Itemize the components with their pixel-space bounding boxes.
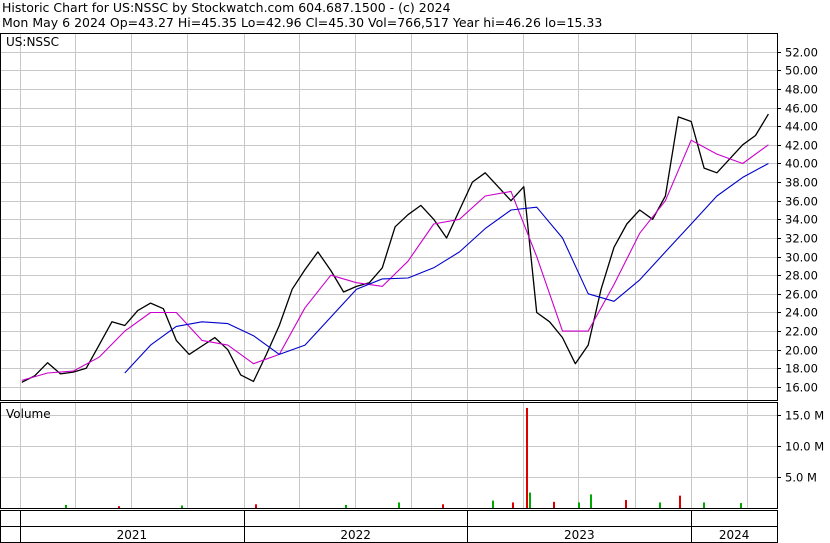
volume-bar (659, 502, 661, 508)
price-tick-label: 52.00 (785, 46, 818, 60)
series-line-ma_long (124, 163, 769, 374)
year-label: 2021 (117, 528, 148, 542)
volume-bar (679, 495, 681, 508)
price-tick-label: 36.00 (785, 195, 818, 209)
year-label: 2024 (719, 528, 750, 542)
price-tick-label: 40.00 (785, 157, 818, 171)
price-tick-label: 32.00 (785, 232, 818, 246)
price-tick-label: 42.00 (785, 139, 818, 153)
price-tick-label: 16.00 (785, 381, 818, 395)
price-tick-label: 30.00 (785, 251, 818, 265)
price-y-ticks: 52.00 50.00 48.00 46.00 44.00 42.00 40.00 38.00… (777, 46, 818, 395)
volume-bar (703, 502, 705, 508)
volume-gridlines (1, 415, 777, 478)
volume-panel-frame (0, 402, 778, 509)
price-panel-frame (0, 33, 778, 401)
price-tick-label: 46.00 (785, 102, 818, 116)
volume-y-ticks: 15.0 M 10.0 M 5.0 M (777, 409, 824, 485)
price-tick-label: 44.00 (785, 120, 818, 134)
price-tick-label: 26.00 (785, 288, 818, 302)
volume-bar (512, 502, 514, 508)
price-tick-label: 38.00 (785, 176, 818, 190)
volume-bar (118, 506, 120, 508)
price-series (21, 113, 769, 383)
volume-bar (740, 503, 742, 508)
volume-tick-label: 10.0 M (785, 440, 824, 454)
stock-chart: 52.00 50.00 48.00 46.00 44.00 42.00 40.00 38.00… (0, 33, 824, 543)
price-tick-label: 18.00 (785, 362, 818, 376)
year-label: 2022 (340, 528, 371, 542)
price-tick-label: 20.00 (785, 344, 818, 358)
volume-bar (65, 504, 67, 508)
volume-bar (578, 502, 580, 508)
volume-bar (492, 500, 494, 508)
price-tick-label: 48.00 (785, 83, 818, 97)
series-line-price (21, 113, 769, 383)
volume-tick-label: 15.0 M (785, 409, 824, 423)
volume-bar (590, 494, 592, 508)
volume-bar (181, 505, 183, 508)
price-tick-label: 22.00 (785, 325, 818, 339)
volume-chart-title: Volume (6, 407, 51, 421)
price-tick-label: 24.00 (785, 306, 818, 320)
volume-bar (529, 492, 531, 508)
volume-bar (442, 504, 444, 508)
year-label: 2023 (564, 528, 595, 542)
volume-bars (65, 407, 742, 508)
volume-bar (255, 504, 257, 508)
price-tick-label: 34.00 (785, 213, 818, 227)
volume-tick-label: 5.0 M (785, 471, 817, 485)
price-tick-label: 50.00 (785, 64, 818, 78)
series-line-ma_short (21, 139, 769, 381)
volume-bar (625, 499, 627, 508)
price-gridlines (1, 34, 777, 508)
volume-bar (553, 501, 555, 508)
price-chart-title: US:NSSC (6, 35, 59, 49)
volume-bar (398, 502, 400, 508)
price-tick-label: 28.00 (785, 269, 818, 283)
volume-bar (345, 504, 347, 508)
volume-bar (526, 407, 528, 508)
